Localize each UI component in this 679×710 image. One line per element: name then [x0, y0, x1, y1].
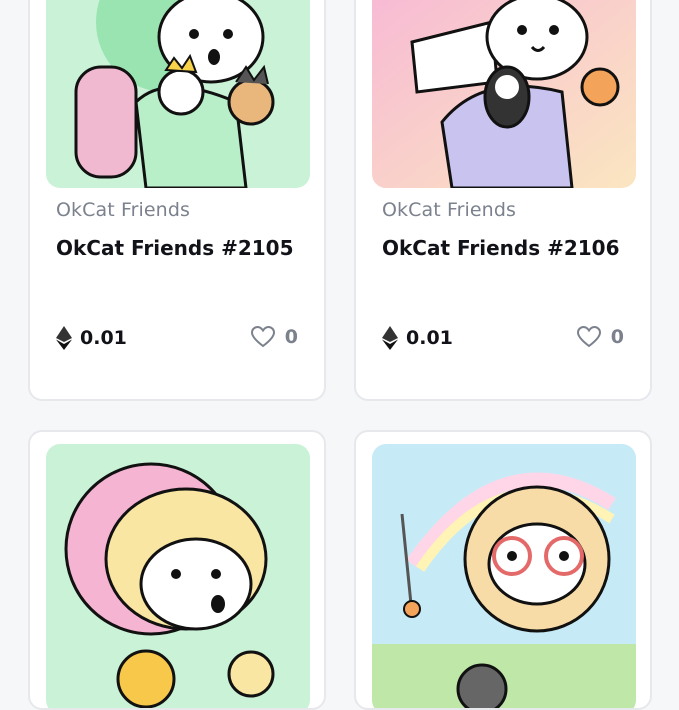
- donut-cat-artwork: [372, 444, 636, 708]
- ethereum-icon: [382, 326, 398, 350]
- price-row: 0.01: [382, 326, 453, 350]
- price-row: 0.01: [56, 326, 127, 350]
- like-count: 0: [610, 326, 624, 348]
- nft-title[interactable]: OkCat Friends #2106: [382, 236, 620, 260]
- collection-name[interactable]: OkCat Friends: [382, 199, 516, 221]
- heart-outline-icon[interactable]: [250, 326, 275, 348]
- heart-outline-icon[interactable]: [576, 326, 601, 348]
- lion-cat-artwork: [46, 444, 310, 708]
- nft-image[interactable]: [46, 0, 310, 188]
- nft-card[interactable]: [28, 430, 326, 710]
- nft-title[interactable]: OkCat Friends #2105: [56, 236, 294, 260]
- nft-image[interactable]: [372, 444, 636, 708]
- nft-card-2105[interactable]: OkCat Friends OkCat Friends #2105 0.01 0: [28, 0, 326, 401]
- nft-card-2106[interactable]: OkCat Friends OkCat Friends #2106 0.01 0: [354, 0, 652, 401]
- ethereum-icon: [56, 326, 72, 350]
- nft-image[interactable]: [372, 0, 636, 188]
- price-value: 0.01: [406, 327, 453, 349]
- like-button[interactable]: 0: [250, 326, 298, 348]
- collection-name[interactable]: OkCat Friends: [56, 199, 190, 221]
- nft-card[interactable]: [354, 430, 652, 710]
- nft-image[interactable]: [46, 444, 310, 708]
- cat-artwork-2105: [46, 0, 310, 188]
- like-button[interactable]: 0: [576, 326, 624, 348]
- like-count: 0: [284, 326, 298, 348]
- cat-artwork-2106: [372, 0, 636, 188]
- price-value: 0.01: [80, 327, 127, 349]
